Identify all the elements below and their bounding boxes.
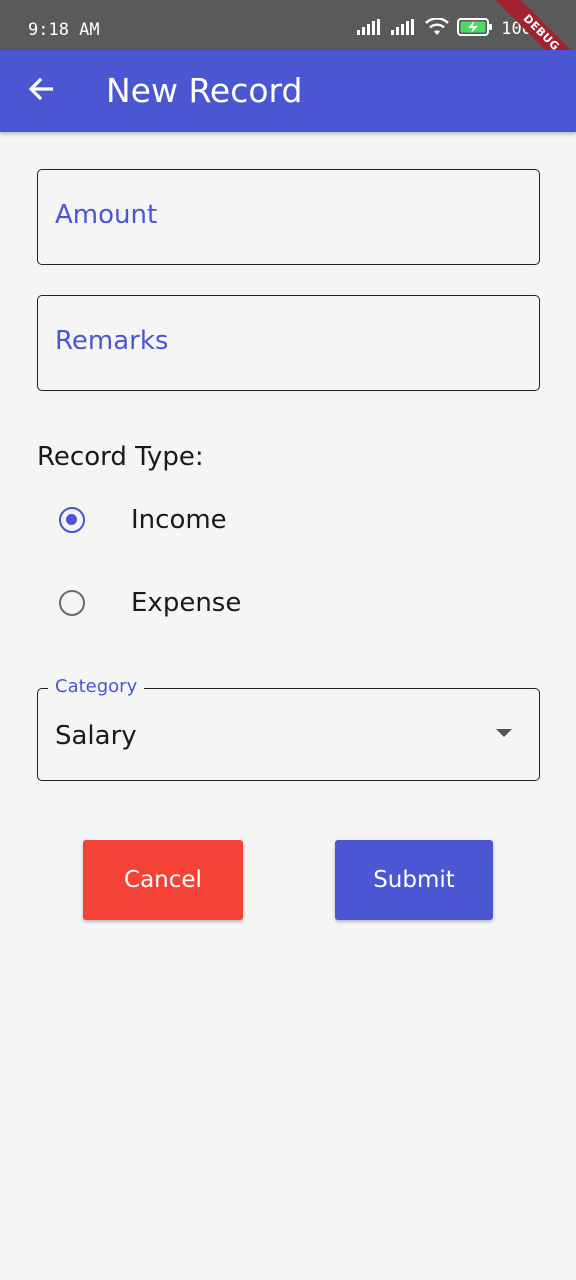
status-bar: 9:18 AM 100 <box>0 0 576 50</box>
page-title: New Record <box>106 71 303 110</box>
radio-option-income[interactable]: Income <box>0 480 576 560</box>
status-time: 9:18 AM <box>28 20 100 40</box>
status-icons: 100 <box>357 17 532 40</box>
submit-button[interactable]: Submit <box>335 840 493 920</box>
category-label: Category <box>48 676 145 698</box>
cancel-button[interactable]: Cancel <box>83 840 243 920</box>
amount-input[interactable]: Amount <box>37 169 540 265</box>
radio-label-income: Income <box>131 505 227 535</box>
back-arrow-icon <box>27 75 55 107</box>
back-button[interactable] <box>20 70 62 112</box>
radio-button-expense[interactable] <box>59 590 85 616</box>
signal-icon <box>391 19 417 39</box>
dropdown-arrow-icon <box>496 729 512 737</box>
record-type-label: Record Type: <box>37 442 204 472</box>
category-value: Salary <box>55 721 137 751</box>
wifi-icon <box>425 17 450 40</box>
remarks-placeholder: Remarks <box>55 326 169 356</box>
remarks-input[interactable]: Remarks <box>37 295 540 391</box>
app-bar: New Record <box>0 50 576 132</box>
battery-charging-icon <box>457 18 493 40</box>
amount-placeholder: Amount <box>55 200 158 230</box>
signal-icon <box>357 19 383 39</box>
category-dropdown[interactable]: Category Salary <box>37 676 540 781</box>
radio-label-expense: Expense <box>131 588 242 618</box>
radio-option-expense[interactable]: Expense <box>0 563 576 643</box>
radio-button-income[interactable] <box>59 507 85 533</box>
